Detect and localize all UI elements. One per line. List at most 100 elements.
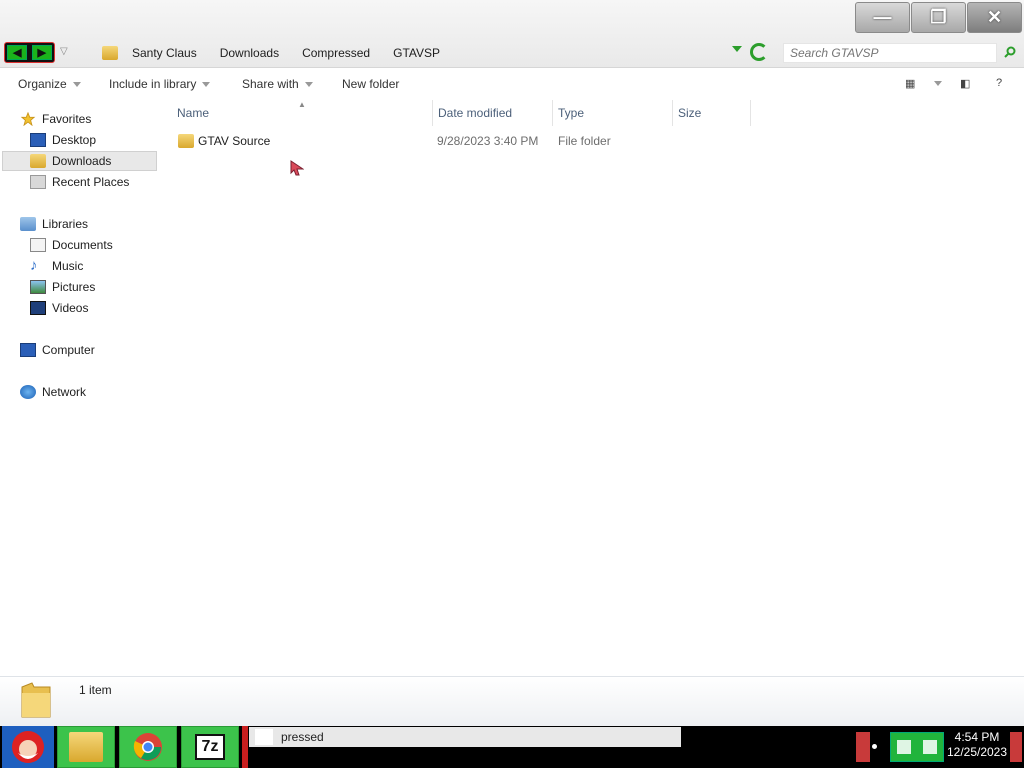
nav-music[interactable]: ♪ Music bbox=[30, 256, 83, 276]
pictures-icon bbox=[30, 280, 46, 294]
nav-computer-label: Computer bbox=[42, 343, 95, 357]
folder-icon bbox=[102, 45, 118, 60]
view-dropdown-icon[interactable] bbox=[928, 77, 942, 89]
refresh-icon[interactable] bbox=[750, 43, 768, 61]
nav-favorites[interactable]: Favorites bbox=[20, 109, 91, 129]
search-input[interactable] bbox=[790, 46, 980, 60]
window-controls: — ❐ ✕ bbox=[855, 2, 1022, 33]
taskbar-7zip[interactable]: 7z bbox=[181, 726, 239, 768]
nav-recent-places[interactable]: Recent Places bbox=[30, 172, 129, 192]
column-header-type[interactable]: Type bbox=[558, 106, 584, 120]
nav-desktop[interactable]: Desktop bbox=[30, 130, 96, 150]
notification-dot-icon bbox=[872, 744, 877, 749]
network-tray-icon[interactable] bbox=[897, 740, 911, 754]
taskbar-explorer[interactable] bbox=[57, 726, 115, 768]
navigation-pane: Favorites Desktop Downloads Recent Place… bbox=[0, 100, 160, 675]
music-icon: ♪ bbox=[30, 257, 38, 274]
share-with-label: Share with bbox=[242, 77, 299, 91]
show-desktop-button[interactable] bbox=[1010, 732, 1022, 762]
file-type: File folder bbox=[558, 134, 611, 148]
back-arrow-icon: ◀ bbox=[13, 47, 22, 59]
volume-icon[interactable] bbox=[923, 740, 937, 754]
new-folder-label: New folder bbox=[342, 77, 400, 91]
minimize-button[interactable]: — bbox=[855, 2, 910, 33]
folder-icon bbox=[178, 134, 194, 148]
taskbar-active-indicator bbox=[242, 726, 248, 768]
nav-videos-label: Videos bbox=[52, 301, 89, 315]
recent-places-icon bbox=[30, 175, 46, 189]
nav-libraries-label: Libraries bbox=[42, 217, 89, 231]
nav-documents[interactable]: Documents bbox=[30, 235, 113, 255]
mouse-cursor-icon bbox=[290, 160, 304, 176]
new-folder-button[interactable]: New folder bbox=[342, 77, 399, 91]
nav-buttons: ◀ ▶ bbox=[4, 42, 55, 63]
organize-menu[interactable]: Organize bbox=[18, 77, 81, 91]
chevron-down-icon bbox=[304, 81, 313, 87]
restore-button[interactable]: ❐ bbox=[911, 2, 966, 33]
address-dropdown-icon[interactable] bbox=[732, 46, 742, 52]
nav-music-label: Music bbox=[52, 259, 84, 273]
column-divider[interactable] bbox=[432, 100, 433, 126]
system-tray[interactable] bbox=[890, 732, 944, 762]
help-button[interactable]: ? bbox=[996, 77, 1002, 89]
forward-arrow-icon: ▶ bbox=[37, 47, 46, 59]
network-icon bbox=[20, 385, 36, 399]
back-button[interactable]: ◀ bbox=[7, 45, 28, 60]
file-name: GTAV Source bbox=[198, 134, 271, 148]
organize-label: Organize bbox=[18, 77, 67, 91]
column-divider[interactable] bbox=[672, 100, 673, 126]
chevron-down-icon bbox=[72, 81, 81, 87]
nav-videos[interactable]: Videos bbox=[30, 298, 88, 318]
downloads-folder-icon bbox=[30, 154, 46, 168]
breadcrumb-item[interactable]: GTAVSP bbox=[393, 46, 440, 60]
restore-icon: ❐ bbox=[930, 7, 947, 27]
desktop-icon bbox=[30, 133, 46, 147]
nav-libraries[interactable]: Libraries bbox=[20, 214, 88, 234]
nav-pictures-label: Pictures bbox=[52, 280, 96, 294]
taskbar-window-preview[interactable]: pressed bbox=[249, 727, 681, 747]
forward-button[interactable]: ▶ bbox=[31, 45, 52, 60]
title-bar: — ❐ ✕ ◀ ▶ ▽ Santy Claus Downloads Compre… bbox=[0, 0, 1024, 68]
computer-icon bbox=[20, 343, 36, 357]
clock-time: 4:54 PM bbox=[954, 730, 1000, 744]
file-row[interactable]: GTAV Source 9/28/2023 3:40 PM File folde… bbox=[174, 132, 774, 152]
search-box[interactable] bbox=[783, 43, 997, 63]
7zip-icon: 7z bbox=[195, 734, 225, 760]
nav-documents-label: Documents bbox=[52, 238, 113, 252]
breadcrumb-item[interactable]: Compressed bbox=[302, 46, 370, 60]
nav-desktop-label: Desktop bbox=[52, 133, 97, 147]
column-header-date-modified[interactable]: Date modified bbox=[438, 106, 512, 120]
nav-pictures[interactable]: Pictures bbox=[30, 277, 95, 297]
recent-pages-dropdown-icon[interactable]: ▽ bbox=[60, 46, 68, 57]
breadcrumb-item[interactable]: Santy Claus bbox=[132, 46, 197, 60]
column-header-name[interactable]: Name bbox=[177, 106, 209, 120]
column-divider[interactable] bbox=[750, 100, 751, 126]
column-header-size[interactable]: Size bbox=[678, 106, 701, 120]
chrome-icon bbox=[133, 733, 162, 761]
folder-icon bbox=[21, 682, 51, 718]
nav-computer[interactable]: Computer bbox=[20, 340, 95, 360]
file-date-modified: 9/28/2023 3:40 PM bbox=[437, 134, 539, 148]
item-count: 1 item bbox=[79, 683, 112, 697]
view-options-icon[interactable]: ▦ bbox=[905, 77, 915, 90]
share-with-menu[interactable]: Share with bbox=[242, 77, 313, 91]
star-icon bbox=[20, 112, 36, 126]
preview-pane-icon[interactable]: ◧ bbox=[960, 77, 970, 90]
close-button[interactable]: ✕ bbox=[967, 2, 1022, 33]
command-bar: Organize Include in library Share with N… bbox=[0, 69, 1024, 99]
videos-icon bbox=[30, 301, 46, 315]
nav-network[interactable]: Network bbox=[20, 382, 86, 402]
address-bar[interactable]: Santy Claus Downloads Compressed GTAVSP bbox=[96, 40, 768, 65]
clock[interactable]: 4:54 PM 12/25/2023 bbox=[946, 730, 1008, 760]
search-icon[interactable] bbox=[1004, 46, 1016, 58]
nav-downloads[interactable]: Downloads bbox=[2, 151, 157, 171]
column-divider[interactable] bbox=[552, 100, 553, 126]
nav-network-label: Network bbox=[42, 385, 87, 399]
taskbar-chrome[interactable] bbox=[119, 726, 177, 768]
start-button[interactable] bbox=[2, 726, 54, 768]
breadcrumb-item[interactable]: Downloads bbox=[220, 46, 279, 60]
nav-favorites-label: Favorites bbox=[42, 112, 92, 126]
include-in-library-label: Include in library bbox=[109, 77, 197, 91]
details-pane: 1 item bbox=[0, 676, 1024, 726]
include-in-library-menu[interactable]: Include in library bbox=[109, 77, 211, 91]
